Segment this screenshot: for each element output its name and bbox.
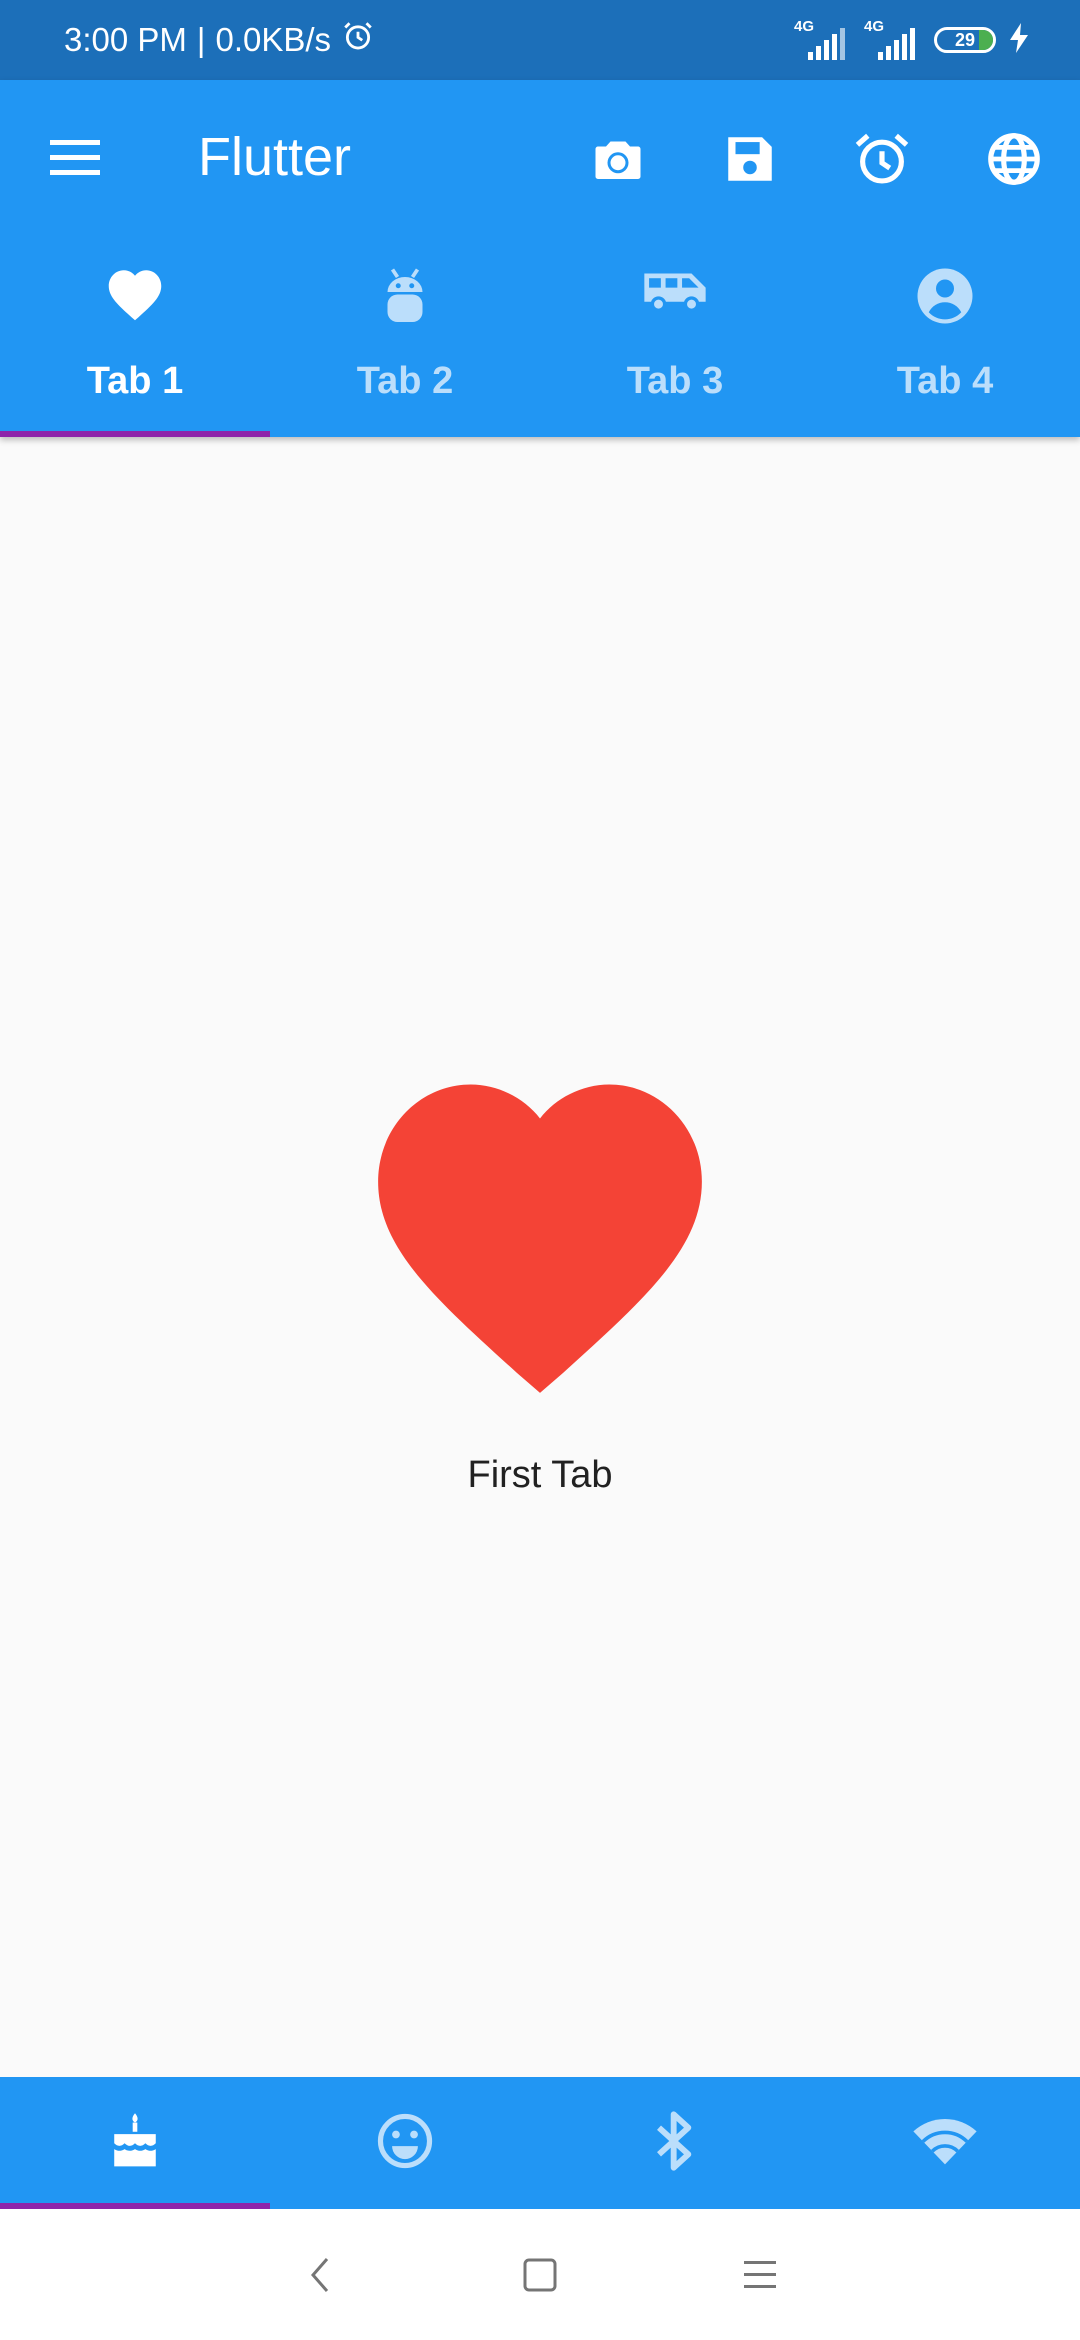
signal-icon: 4G (794, 18, 852, 62)
bottom-tab-smiley[interactable] (270, 2077, 540, 2209)
tab-label: Tab 3 (626, 360, 724, 402)
tab-label: Tab 1 (86, 360, 184, 402)
network-type: 4G (864, 18, 885, 35)
tab-bar: Tab 1 Tab 2 Tab 3 Tab 4 (0, 240, 1080, 437)
tab-1[interactable]: Tab 1 (0, 240, 270, 437)
status-time: 3:00 PM (64, 21, 187, 58)
status-right: 4G 4G 29 (794, 18, 1030, 62)
tab-label: Tab 2 (356, 360, 454, 402)
bottom-tab-wifi[interactable] (810, 2077, 1080, 2209)
battery-level: 29 (954, 29, 976, 50)
status-bar: 3:00 PM | 0.0KB/s 4G 4G 29 (0, 0, 1080, 80)
tab-3[interactable]: Tab 3 (540, 240, 810, 437)
van-icon (642, 266, 708, 319)
save-icon[interactable] (715, 124, 785, 194)
back-icon[interactable] (285, 2240, 355, 2310)
signal-icon: 4G (864, 18, 922, 62)
heart-icon (355, 1061, 725, 1401)
system-nav-bar (0, 2209, 1080, 2340)
android-icon (380, 266, 430, 333)
home-icon[interactable] (505, 2240, 575, 2310)
bluetooth-icon (653, 2109, 697, 2178)
recents-icon[interactable] (725, 2240, 795, 2310)
alarm-icon (341, 19, 375, 61)
app-title: Flutter (198, 127, 352, 187)
bottom-tab-bar (0, 2077, 1080, 2209)
globe-icon[interactable] (979, 124, 1049, 194)
wifi-icon (912, 2116, 978, 2171)
alarm-icon[interactable] (847, 124, 917, 194)
charging-icon (1008, 22, 1030, 58)
heart-icon (105, 266, 165, 327)
smiley-icon (374, 2110, 436, 2177)
network-type: 4G (794, 18, 815, 35)
bottom-tab-cake[interactable] (0, 2077, 270, 2209)
content-label: First Tab (467, 1454, 613, 1496)
tab-2[interactable]: Tab 2 (270, 240, 540, 437)
battery-icon: 29 (934, 27, 996, 53)
tab-content: First Tab (0, 437, 1080, 2077)
app-bar: Flutter Tab 1 Tab 2 Tab 3 Tab 4 (0, 80, 1080, 437)
status-separator: | (196, 21, 206, 58)
menu-icon[interactable] (50, 138, 104, 178)
status-speed: 0.0KB/s (215, 21, 332, 58)
account-icon (915, 266, 975, 331)
camera-icon[interactable] (583, 124, 653, 194)
tab-label: Tab 4 (896, 360, 994, 402)
bottom-tab-bluetooth[interactable] (540, 2077, 810, 2209)
tab-4[interactable]: Tab 4 (810, 240, 1080, 437)
status-left: 3:00 PM | 0.0KB/s (64, 19, 375, 61)
cake-icon (107, 2111, 163, 2176)
